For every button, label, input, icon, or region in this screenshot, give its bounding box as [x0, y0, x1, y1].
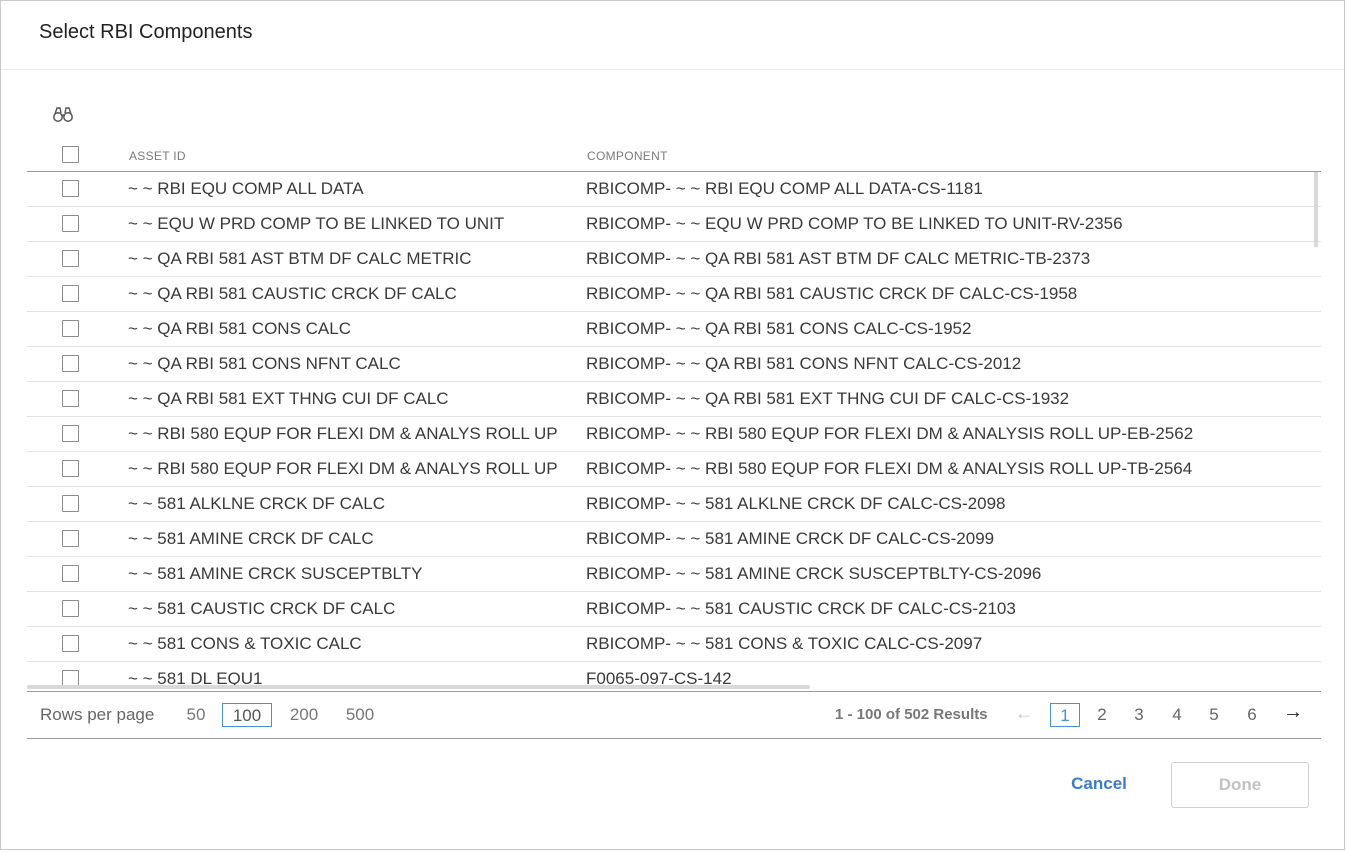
prev-page-arrow-icon[interactable]: ←: [1015, 703, 1033, 724]
cancel-button[interactable]: Cancel: [1061, 774, 1137, 794]
table-row[interactable]: ~ ~ 581 ALKLNE CRCK DF CALC RBICOMP- ~ ~…: [27, 487, 1321, 522]
table-row[interactable]: ~ ~ QA RBI 581 CAUSTIC CRCK DF CALC RBIC…: [27, 277, 1321, 312]
page-6[interactable]: 6: [1238, 703, 1266, 727]
component-cell: RBICOMP- ~ ~ RBI 580 EQUP FOR FLEXI DM &…: [586, 424, 1194, 443]
table-row[interactable]: ~ ~ 581 AMINE CRCK DF CALC RBICOMP- ~ ~ …: [27, 522, 1321, 557]
table-row[interactable]: ~ ~ 581 DL EQU1 F0065-097-CS-142: [27, 662, 1321, 687]
asset-id-cell: ~ ~ QA RBI 581 EXT THNG CUI DF CALC: [128, 389, 449, 408]
row-checkbox[interactable]: [62, 390, 79, 407]
asset-id-cell: ~ ~ EQU W PRD COMP TO BE LINKED TO UNIT: [128, 214, 505, 233]
component-cell: RBICOMP- ~ ~ 581 CONS & TOXIC CALC-CS-20…: [586, 634, 983, 653]
asset-id-cell: ~ ~ 581 ALKLNE CRCK DF CALC: [128, 494, 386, 513]
table-row[interactable]: ~ ~ 581 CAUSTIC CRCK DF CALC RBICOMP- ~ …: [27, 592, 1321, 627]
table-row[interactable]: ~ ~ QA RBI 581 AST BTM DF CALC METRIC RB…: [27, 242, 1321, 277]
rows-per-page-50[interactable]: 50: [179, 703, 213, 727]
component-cell: RBICOMP- ~ ~ QA RBI 581 EXT THNG CUI DF …: [586, 389, 1070, 408]
asset-id-cell: ~ ~ QA RBI 581 CAUSTIC CRCK DF CALC: [128, 284, 457, 303]
page-2[interactable]: 2: [1088, 703, 1116, 727]
asset-id-cell: ~ ~ 581 AMINE CRCK DF CALC: [128, 529, 374, 548]
components-grid: ASSET ID COMPONENT ~ ~ RBI EQU COMP ALL …: [27, 139, 1321, 687]
rows-per-page-500[interactable]: 500: [338, 703, 382, 727]
table-row[interactable]: ~ ~ QA RBI 581 CONS NFNT CALC RBICOMP- ~…: [27, 347, 1321, 382]
asset-id-cell: ~ ~ RBI EQU COMP ALL DATA: [128, 179, 364, 198]
row-checkbox[interactable]: [62, 250, 79, 267]
component-cell: RBICOMP- ~ ~ QA RBI 581 AST BTM DF CALC …: [586, 249, 1091, 268]
title-divider: [1, 69, 1344, 70]
binoculars-icon[interactable]: [52, 104, 74, 124]
row-checkbox[interactable]: [62, 495, 79, 512]
page-1[interactable]: 1: [1050, 703, 1080, 727]
table-row[interactable]: ~ ~ EQU W PRD COMP TO BE LINKED TO UNIT …: [27, 207, 1321, 242]
table-row[interactable]: ~ ~ RBI 580 EQUP FOR FLEXI DM & ANALYS R…: [27, 417, 1321, 452]
component-cell: RBICOMP- ~ ~ EQU W PRD COMP TO BE LINKED…: [586, 214, 1123, 233]
rows-per-page-label: Rows per page: [40, 705, 155, 724]
page-5[interactable]: 5: [1200, 703, 1228, 727]
select-components-dialog: Select RBI Components ASSET ID COMPONENT…: [0, 0, 1345, 850]
rows-per-page-200[interactable]: 200: [282, 703, 326, 727]
component-cell: RBICOMP- ~ ~ QA RBI 581 CONS CALC-CS-195…: [586, 319, 972, 338]
table-row[interactable]: ~ ~ 581 CONS & TOXIC CALC RBICOMP- ~ ~ 5…: [27, 627, 1321, 662]
rows-per-page-100[interactable]: 100: [222, 703, 272, 727]
row-checkbox[interactable]: [62, 530, 79, 547]
asset-id-cell: ~ ~ 581 AMINE CRCK SUSCEPTBLTY: [128, 564, 423, 583]
component-cell: RBICOMP- ~ ~ QA RBI 581 CONS NFNT CALC-C…: [586, 354, 1022, 373]
asset-id-cell: ~ ~ 581 CAUSTIC CRCK DF CALC: [128, 599, 396, 618]
asset-id-cell: ~ ~ 581 CONS & TOXIC CALC: [128, 634, 362, 653]
table-row[interactable]: ~ ~ RBI EQU COMP ALL DATA RBICOMP- ~ ~ R…: [27, 172, 1321, 207]
table-row[interactable]: ~ ~ 581 AMINE CRCK SUSCEPTBLTY RBICOMP- …: [27, 557, 1321, 592]
grid-header: ASSET ID COMPONENT: [27, 139, 1321, 172]
table-row[interactable]: ~ ~ RBI 580 EQUP FOR FLEXI DM & ANALYS R…: [27, 452, 1321, 487]
table-row[interactable]: ~ ~ QA RBI 581 CONS CALC RBICOMP- ~ ~ QA…: [27, 312, 1321, 347]
row-checkbox[interactable]: [62, 355, 79, 372]
component-cell: RBICOMP- ~ ~ 581 CAUSTIC CRCK DF CALC-CS…: [586, 599, 1016, 618]
dialog-title: Select RBI Components: [39, 21, 253, 43]
grid-body: ~ ~ RBI EQU COMP ALL DATA RBICOMP- ~ ~ R…: [27, 172, 1321, 687]
next-page-arrow-icon[interactable]: →: [1283, 701, 1303, 724]
asset-id-cell: ~ ~ QA RBI 581 CONS NFNT CALC: [128, 354, 401, 373]
asset-id-cell: ~ ~ RBI 580 EQUP FOR FLEXI DM & ANALYS R…: [128, 459, 558, 478]
asset-id-cell: ~ ~ QA RBI 581 AST BTM DF CALC METRIC: [128, 249, 472, 268]
component-cell: RBICOMP- ~ ~ 581 ALKLNE CRCK DF CALC-CS-…: [586, 494, 1006, 513]
row-checkbox[interactable]: [62, 635, 79, 652]
page-4[interactable]: 4: [1163, 703, 1191, 727]
column-header-component[interactable]: COMPONENT: [587, 149, 668, 163]
row-checkbox[interactable]: [62, 285, 79, 302]
component-cell: RBICOMP- ~ ~ QA RBI 581 CAUSTIC CRCK DF …: [586, 284, 1078, 303]
component-cell: RBICOMP- ~ ~ 581 AMINE CRCK SUSCEPTBLTY-…: [586, 564, 1042, 583]
row-checkbox[interactable]: [62, 320, 79, 337]
component-cell: RBICOMP- ~ ~ RBI EQU COMP ALL DATA-CS-11…: [586, 179, 983, 198]
horizontal-scrollbar[interactable]: [27, 685, 810, 689]
pagination-bar: Rows per page 50 100 200 500 1 - 100 of …: [27, 691, 1321, 739]
component-cell: RBICOMP- ~ ~ RBI 580 EQUP FOR FLEXI DM &…: [586, 459, 1193, 478]
asset-id-cell: ~ ~ RBI 580 EQUP FOR FLEXI DM & ANALYS R…: [128, 424, 558, 443]
row-checkbox[interactable]: [62, 215, 79, 232]
row-checkbox[interactable]: [62, 425, 79, 442]
row-checkbox[interactable]: [62, 600, 79, 617]
component-cell: RBICOMP- ~ ~ 581 AMINE CRCK DF CALC-CS-2…: [586, 529, 995, 548]
select-all-checkbox[interactable]: [62, 146, 79, 163]
page-3[interactable]: 3: [1125, 703, 1153, 727]
row-checkbox[interactable]: [62, 180, 79, 197]
asset-id-cell: ~ ~ QA RBI 581 CONS CALC: [128, 319, 351, 338]
results-count: 1 - 100 of 502 Results: [835, 706, 988, 723]
table-row[interactable]: ~ ~ QA RBI 581 EXT THNG CUI DF CALC RBIC…: [27, 382, 1321, 417]
row-checkbox[interactable]: [62, 565, 79, 582]
done-button[interactable]: Done: [1171, 762, 1309, 808]
vertical-scrollbar[interactable]: [1314, 172, 1318, 247]
row-checkbox[interactable]: [62, 460, 79, 477]
column-header-asset-id[interactable]: ASSET ID: [129, 149, 186, 163]
